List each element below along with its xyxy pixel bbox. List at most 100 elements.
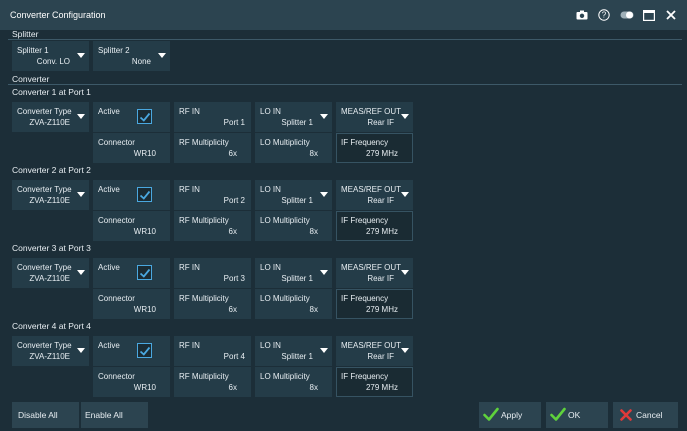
if-frequency-label: IF Frequency [341,294,389,303]
splitter2-dropdown[interactable]: Splitter 2 None [93,41,170,71]
splitter2-value: None [131,57,151,66]
connector-label: Connector [98,294,135,303]
title-bar: Converter Configuration ? [0,0,687,30]
meas-ref-out-label: MEAS/REF OUT [341,107,402,116]
rf-multiplicity-value: 6x [228,383,237,392]
active-checkbox[interactable] [137,187,152,202]
rf-multiplicity-field[interactable]: RF Multiplicity 6x [174,289,251,319]
meas-ref-out-label: MEAS/REF OUT [341,341,402,350]
connector-field[interactable]: Connector WR10 [93,367,170,397]
lo-multiplicity-value: 8x [309,149,318,158]
rf-multiplicity-label: RF Multiplicity [179,138,229,147]
chevron-down-icon [77,348,85,353]
connector-field[interactable]: Connector WR10 [93,133,170,163]
rf-multiplicity-field[interactable]: RF Multiplicity 6x [174,133,251,163]
meas-ref-out-value: Rear IF [367,196,394,205]
help-icon[interactable]: ? [598,9,610,21]
rf-in-value: Port 3 [223,274,245,283]
rf-in-label: RF IN [179,107,200,116]
if-frequency-input[interactable]: IF Frequency 279 MHz [336,289,413,319]
active-checkbox[interactable] [137,343,152,358]
converter-type-dropdown[interactable]: Converter Type ZVA-Z110E [12,180,89,210]
active-toggle[interactable]: Active [93,336,170,366]
ok-button[interactable]: OK [546,402,608,428]
chevron-down-icon [320,192,328,197]
meas-ref-out-value: Rear IF [367,118,394,127]
lo-in-dropdown[interactable]: LO IN Splitter 1 [255,180,332,210]
active-toggle[interactable]: Active [93,258,170,288]
lo-in-dropdown[interactable]: LO IN Splitter 1 [255,336,332,366]
meas-ref-out-dropdown[interactable]: MEAS/REF OUT Rear IF [336,102,413,132]
rf-multiplicity-field[interactable]: RF Multiplicity 6x [174,211,251,241]
chevron-down-icon [401,114,409,119]
enable-all-label: Enable All [85,410,123,420]
enable-all-button[interactable]: Enable All [81,402,148,428]
chevron-down-icon [158,53,166,58]
active-checkbox[interactable] [137,265,152,280]
rf-in-field[interactable]: RF IN Port 4 [174,336,251,366]
if-frequency-input[interactable]: IF Frequency 279 MHz [336,211,413,241]
connector-field[interactable]: Connector WR10 [93,289,170,319]
lo-multiplicity-field[interactable]: LO Multiplicity 8x [255,289,332,319]
meas-ref-out-dropdown[interactable]: MEAS/REF OUT Rear IF [336,336,413,366]
rf-in-field[interactable]: RF IN Port 1 [174,102,251,132]
rf-in-field[interactable]: RF IN Port 2 [174,180,251,210]
if-frequency-input[interactable]: IF Frequency 279 MHz [336,367,413,397]
rf-in-field[interactable]: RF IN Port 3 [174,258,251,288]
apply-button[interactable]: Apply [479,402,541,428]
splitter1-dropdown[interactable]: Splitter 1 Conv. LO [12,41,89,71]
converter-type-dropdown[interactable]: Converter Type ZVA-Z110E [12,336,89,366]
disable-all-button[interactable]: Disable All [12,402,79,428]
connector-value: WR10 [133,227,156,236]
connector-value: WR10 [133,149,156,158]
lo-multiplicity-field[interactable]: LO Multiplicity 8x [255,367,332,397]
lo-multiplicity-field[interactable]: LO Multiplicity 8x [255,211,332,241]
camera-icon[interactable] [576,9,588,21]
cancel-button[interactable]: Cancel [613,402,678,428]
toggle-icon[interactable] [620,9,634,21]
maximize-icon[interactable] [643,9,655,21]
lo-multiplicity-label: LO Multiplicity [260,138,310,147]
converter-type-value: ZVA-Z110E [29,118,70,127]
chevron-down-icon [401,192,409,197]
lo-in-dropdown[interactable]: LO IN Splitter 1 [255,258,332,288]
rf-multiplicity-value: 6x [228,227,237,236]
lo-in-value: Splitter 1 [281,196,313,205]
connector-field[interactable]: Connector WR10 [93,211,170,241]
rf-in-label: RF IN [179,185,200,194]
converter-type-value: ZVA-Z110E [29,352,70,361]
rf-in-value: Port 4 [223,352,245,361]
active-toggle[interactable]: Active [93,180,170,210]
apply-label: Apply [501,410,523,420]
converter-section-label: Converter [12,74,50,84]
active-checkbox[interactable] [137,109,152,124]
rf-multiplicity-value: 6x [228,149,237,158]
ok-label: OK [568,410,581,420]
chevron-down-icon [320,348,328,353]
lo-multiplicity-label: LO Multiplicity [260,294,310,303]
lo-in-value: Splitter 1 [281,118,313,127]
meas-ref-out-dropdown[interactable]: MEAS/REF OUT Rear IF [336,258,413,288]
rf-in-value: Port 2 [223,196,245,205]
meas-ref-out-value: Rear IF [367,352,394,361]
connector-label: Connector [98,216,135,225]
close-icon[interactable] [665,9,677,21]
converter-type-label: Converter Type [17,263,72,272]
rf-multiplicity-field[interactable]: RF Multiplicity 6x [174,367,251,397]
active-toggle[interactable]: Active [93,102,170,132]
lo-multiplicity-field[interactable]: LO Multiplicity 8x [255,133,332,163]
lo-in-dropdown[interactable]: LO IN Splitter 1 [255,102,332,132]
if-frequency-value: 279 MHz [365,227,398,236]
lo-multiplicity-value: 8x [309,383,318,392]
chevron-down-icon [401,348,409,353]
meas-ref-out-dropdown[interactable]: MEAS/REF OUT Rear IF [336,180,413,210]
connector-label: Connector [98,138,135,147]
svg-text:?: ? [602,11,607,20]
active-label: Active [98,107,120,116]
splitter1-label: Splitter 1 [17,46,49,55]
section-divider [8,84,682,85]
if-frequency-input[interactable]: IF Frequency 279 MHz [336,133,413,163]
active-label: Active [98,341,120,350]
converter-type-dropdown[interactable]: Converter Type ZVA-Z110E [12,102,89,132]
converter-type-dropdown[interactable]: Converter Type ZVA-Z110E [12,258,89,288]
